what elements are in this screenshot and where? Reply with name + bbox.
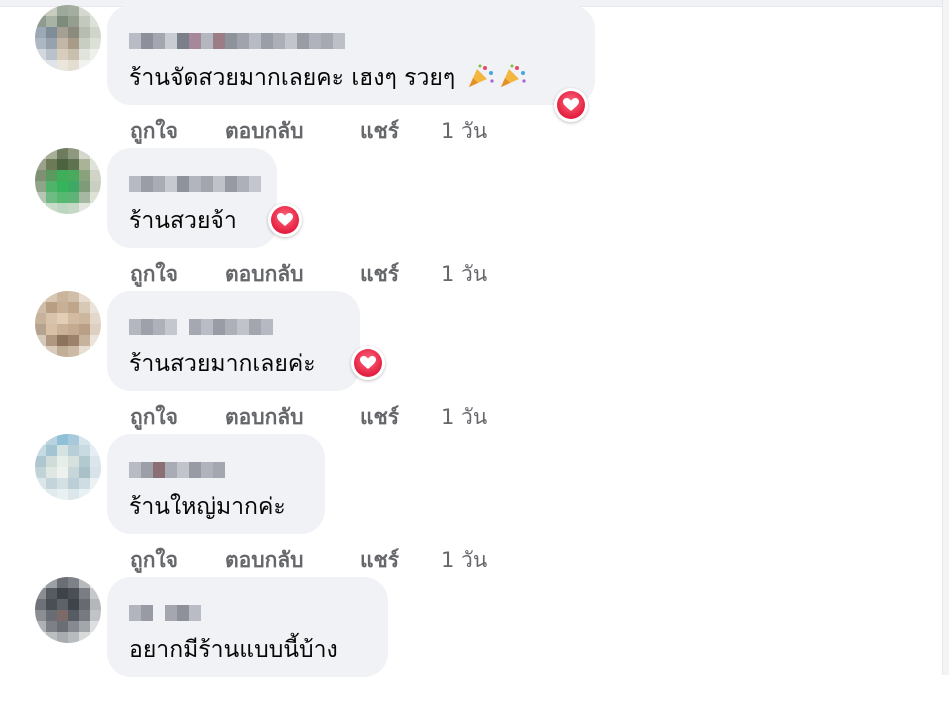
avatar[interactable] bbox=[35, 577, 101, 643]
party-popper-icon bbox=[500, 64, 526, 87]
comment-bubble[interactable]: ร้านใหญ่มากค่ะ bbox=[107, 434, 325, 534]
comment-actions: ถูกใจ ตอบกลับ แชร์ 1 วัน bbox=[130, 401, 487, 434]
heart-icon bbox=[557, 91, 585, 119]
avatar[interactable] bbox=[35, 5, 101, 71]
heart-icon bbox=[354, 349, 382, 377]
reply-link[interactable]: ตอบกลับ bbox=[225, 258, 360, 291]
comment-text: ร้านจัดสวยมากเลยคะ เฮงๆ รวยๆ bbox=[129, 60, 527, 96]
avatar[interactable] bbox=[35, 434, 101, 500]
comment-item: ร้านสวยจ้า ถูกใจ ตอบกลับ แชร์ 1 วัน bbox=[0, 148, 949, 291]
comment-actions: ถูกใจ ตอบกลับ แชร์ 1 วัน bbox=[130, 258, 487, 291]
like-link[interactable]: ถูกใจ bbox=[130, 544, 225, 577]
author-name-blurred[interactable] bbox=[129, 176, 261, 192]
like-link[interactable]: ถูกใจ bbox=[130, 401, 225, 434]
comment-bubble[interactable]: ร้านสวยจ้า bbox=[107, 148, 277, 248]
timestamp[interactable]: 1 วัน bbox=[441, 115, 487, 148]
reaction-badge[interactable] bbox=[554, 88, 588, 122]
reaction-badge[interactable] bbox=[351, 346, 385, 380]
share-link[interactable]: แชร์ bbox=[360, 544, 441, 577]
author-name-blurred[interactable] bbox=[129, 33, 345, 49]
share-link[interactable]: แชร์ bbox=[360, 115, 441, 148]
comment-bubble[interactable]: ร้านจัดสวยมากเลยคะ เฮงๆ รวยๆ bbox=[107, 5, 595, 105]
comment-item: อยากมีร้านแบบนี้บ้าง bbox=[0, 577, 949, 720]
comment-text: อยากมีร้านแบบนี้บ้าง bbox=[129, 637, 338, 663]
timestamp[interactable]: 1 วัน bbox=[441, 544, 487, 577]
comment-item: ร้านจัดสวยมากเลยคะ เฮงๆ รวยๆ ถูกใจ ตอบกล… bbox=[0, 5, 949, 148]
comment-actions: ถูกใจ ตอบกลับ แชร์ 1 วัน bbox=[130, 544, 487, 577]
timestamp[interactable]: 1 วัน bbox=[441, 258, 487, 291]
avatar[interactable] bbox=[35, 148, 101, 214]
timestamp[interactable]: 1 วัน bbox=[441, 401, 487, 434]
comment-item: ร้านใหญ่มากค่ะ ถูกใจ ตอบกลับ แชร์ 1 วัน bbox=[0, 434, 949, 577]
comment-actions: ถูกใจ ตอบกลับ แชร์ 1 วัน bbox=[130, 115, 487, 148]
comment-item: ร้านสวยมากเลยค่ะ ถูกใจ ตอบกลับ แชร์ 1 วั… bbox=[0, 291, 949, 434]
like-link[interactable]: ถูกใจ bbox=[130, 115, 225, 148]
comment-text: ร้านสวยมากเลยค่ะ bbox=[129, 351, 316, 377]
party-popper-icon bbox=[468, 64, 494, 87]
comment-bubble[interactable]: ร้านสวยมากเลยค่ะ bbox=[107, 291, 360, 391]
reply-link[interactable]: ตอบกลับ bbox=[225, 544, 360, 577]
share-link[interactable]: แชร์ bbox=[360, 258, 441, 291]
reply-link[interactable]: ตอบกลับ bbox=[225, 115, 360, 148]
share-link[interactable]: แชร์ bbox=[360, 401, 441, 434]
comment-bubble[interactable]: อยากมีร้านแบบนี้บ้าง bbox=[107, 577, 388, 677]
reaction-badge[interactable] bbox=[268, 203, 302, 237]
author-name-blurred[interactable] bbox=[129, 319, 273, 335]
author-name-blurred[interactable] bbox=[129, 462, 225, 478]
heart-icon bbox=[271, 206, 299, 234]
author-name-blurred[interactable] bbox=[129, 605, 201, 621]
avatar[interactable] bbox=[35, 291, 101, 357]
comment-text: ร้านสวยจ้า bbox=[129, 208, 237, 234]
comment-text: ร้านใหญ่มากค่ะ bbox=[129, 494, 286, 520]
like-link[interactable]: ถูกใจ bbox=[130, 258, 225, 291]
reply-link[interactable]: ตอบกลับ bbox=[225, 401, 360, 434]
